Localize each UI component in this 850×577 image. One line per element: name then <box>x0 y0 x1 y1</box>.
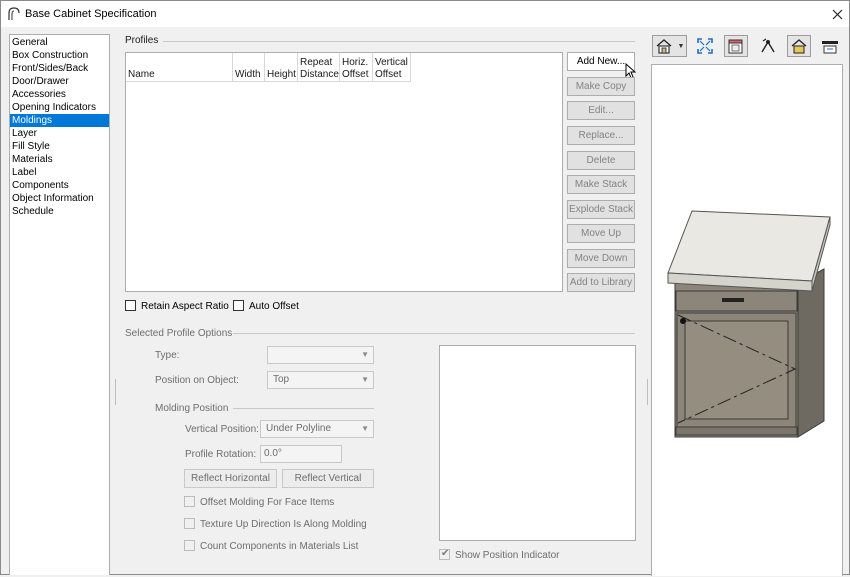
delete-button[interactable]: Delete <box>567 151 635 170</box>
materials-view-icon <box>728 39 743 54</box>
make-copy-button[interactable]: Make Copy <box>567 77 635 96</box>
category-list[interactable]: General Box Construction Front/Sides/Bac… <box>9 34 110 575</box>
replace-button[interactable]: Replace... <box>567 126 635 145</box>
title-bar: Base Cabinet Specification <box>1 1 849 27</box>
show-position-indicator-label: Show Position Indicator <box>455 550 560 561</box>
materials-view-button[interactable] <box>724 35 748 57</box>
offset-face-items-label: Offset Molding For Face Items <box>200 497 335 508</box>
left-splitter-handle[interactable] <box>115 379 116 405</box>
profiles-group-label: Profiles <box>125 35 159 46</box>
molding-position-divider <box>233 408 374 409</box>
reflect-horizontal-button[interactable]: Reflect Horizontal <box>184 469 277 488</box>
color-on-icon <box>791 39 807 54</box>
profile-rotation-label: Profile Rotation: <box>185 449 257 460</box>
offset-face-items-checkbox[interactable] <box>184 496 195 507</box>
type-select[interactable]: ▼ <box>267 346 374 364</box>
column-header-vertical-offset[interactable]: Vertical Offset <box>373 53 411 82</box>
view-style-button[interactable]: ▼ <box>652 35 687 57</box>
window-title: Base Cabinet Specification <box>25 8 157 20</box>
column-header-width[interactable]: Width <box>233 53 265 82</box>
profile-rotation-input[interactable]: 0.0° <box>260 445 342 463</box>
cabinet-3d-preview[interactable] <box>651 64 843 576</box>
chevron-down-icon: ▼ <box>361 375 369 384</box>
chevron-down-icon: ▼ <box>361 350 369 359</box>
cabinet-illustration <box>667 210 831 438</box>
category-item-fill-style[interactable]: Fill Style <box>10 140 109 153</box>
category-item-door-drawer[interactable]: Door/Drawer <box>10 75 109 88</box>
vertical-position-label: Vertical Position: <box>185 424 259 435</box>
add-to-library-button[interactable]: Add to Library <box>567 273 635 292</box>
position-on-object-select[interactable]: Top ▼ <box>267 371 374 389</box>
chevron-down-icon: ▼ <box>361 424 369 433</box>
vertical-position-select[interactable]: Under Polyline ▼ <box>260 420 374 438</box>
selected-profile-options-label: Selected Profile Options <box>125 328 233 339</box>
section-view-icon <box>822 41 838 54</box>
column-header-name[interactable]: Name <box>126 53 233 82</box>
column-header-height[interactable]: Height <box>265 53 298 82</box>
make-stack-button[interactable]: Make Stack <box>567 175 635 194</box>
texture-up-label: Texture Up Direction Is Along Molding <box>200 519 367 530</box>
checkmark-icon: ✔ <box>441 548 450 559</box>
texture-up-checkbox[interactable] <box>184 518 195 529</box>
category-item-layer[interactable]: Layer <box>10 127 109 140</box>
category-item-front-sides-back[interactable]: Front/Sides/Back <box>10 62 109 75</box>
position-on-object-label: Position on Object: <box>155 375 239 386</box>
type-label: Type: <box>155 350 180 361</box>
view-style-icon <box>656 39 671 54</box>
count-components-label: Count Components in Materials List <box>200 541 359 552</box>
explode-stack-button[interactable]: Explode Stack <box>567 200 635 219</box>
close-button[interactable] <box>825 3 849 25</box>
section-view-button[interactable] <box>819 35 841 57</box>
column-header-repeat-distance[interactable]: Repeat Distance <box>298 53 340 82</box>
profiles-divider <box>163 41 635 42</box>
category-item-general[interactable]: General <box>10 36 109 49</box>
reflect-vertical-button[interactable]: Reflect Vertical <box>282 469 374 488</box>
move-up-button[interactable]: Move Up <box>567 224 635 243</box>
category-item-box-construction[interactable]: Box Construction <box>10 49 109 62</box>
retain-aspect-ratio-checkbox[interactable] <box>125 300 136 311</box>
camera-orbit-button[interactable] <box>757 35 779 57</box>
category-item-object-information[interactable]: Object Information <box>10 192 109 205</box>
category-item-components[interactable]: Components <box>10 179 109 192</box>
move-down-button[interactable]: Move Down <box>567 249 635 268</box>
dropdown-arrow-icon: ▼ <box>677 42 685 50</box>
molding-position-label: Molding Position <box>155 403 229 414</box>
edit-button[interactable]: Edit... <box>567 101 635 120</box>
auto-offset-label: Auto Offset <box>249 301 299 312</box>
selected-profile-divider <box>233 333 635 334</box>
auto-offset-checkbox[interactable] <box>233 300 244 311</box>
category-item-moldings[interactable]: Moldings <box>10 114 109 127</box>
category-item-materials[interactable]: Materials <box>10 153 109 166</box>
profile-preview <box>439 345 636 541</box>
camera-orbit-icon <box>761 38 775 53</box>
category-item-label[interactable]: Label <box>10 166 109 179</box>
retain-aspect-ratio-label: Retain Aspect Ratio <box>141 301 229 312</box>
column-header-horiz-offset[interactable]: Horiz. Offset <box>340 53 373 82</box>
dialog-window: Base Cabinet Specification General Box C… <box>0 0 850 576</box>
category-item-accessories[interactable]: Accessories <box>10 88 109 101</box>
right-splitter-handle[interactable] <box>647 379 648 405</box>
app-arch-icon <box>8 7 20 20</box>
show-position-indicator-checkbox[interactable]: ✔ <box>439 548 450 560</box>
color-on-button[interactable] <box>787 35 811 57</box>
fill-window-button[interactable] <box>694 35 716 57</box>
fill-window-icon <box>697 38 713 54</box>
category-item-schedule[interactable]: Schedule <box>10 205 109 218</box>
profiles-table[interactable]: Name Width Height Repeat Distance Horiz.… <box>125 52 563 292</box>
count-components-checkbox[interactable] <box>184 540 195 551</box>
close-icon <box>832 9 842 19</box>
category-item-opening-indicators[interactable]: Opening Indicators <box>10 101 109 114</box>
